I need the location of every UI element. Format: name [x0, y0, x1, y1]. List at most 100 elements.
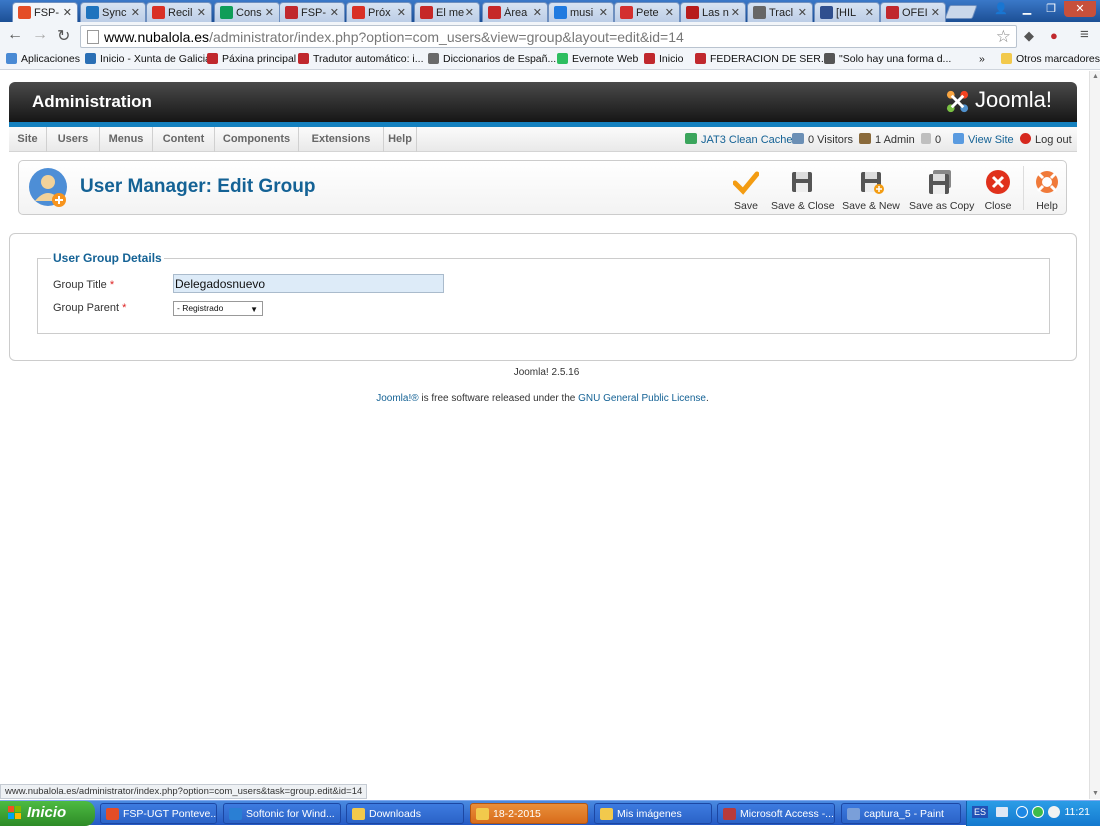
taskbar-button[interactable]: Mis imágenes: [594, 803, 712, 824]
tab-close-icon[interactable]: ✕: [798, 6, 807, 19]
bookmark-item[interactable]: FEDERACION DE SER...: [695, 53, 830, 65]
other-bookmarks[interactable]: Otros marcadores: [1001, 53, 1100, 65]
admins-count: 1 Admin: [859, 133, 915, 146]
tab-close-icon[interactable]: ✕: [533, 6, 542, 19]
browser-tab[interactable]: FSP- ✕: [12, 2, 78, 23]
bookmark-favicon-icon: [644, 53, 655, 64]
extension-icon[interactable]: ◆: [1024, 28, 1034, 44]
view-site-link[interactable]: View Site: [953, 133, 1014, 146]
tab-close-icon[interactable]: ✕: [330, 6, 339, 19]
tab-close-icon[interactable]: ✕: [131, 6, 140, 19]
scroll-down-arrow-icon[interactable]: ▼: [1092, 790, 1099, 797]
tab-close-icon[interactable]: ✕: [731, 6, 740, 19]
vertical-scrollbar[interactable]: ▲ ▼: [1089, 71, 1100, 799]
menu-item-help[interactable]: Help: [384, 127, 417, 152]
network-icon[interactable]: [1048, 806, 1060, 818]
browser-tab[interactable]: Sync ✕: [80, 2, 146, 22]
taskbar-button[interactable]: captura_5 - Paint: [841, 803, 961, 824]
extension-ugt-icon[interactable]: ●: [1050, 28, 1058, 43]
clean-cache-link[interactable]: JAT3 Clean Cache: [685, 133, 793, 146]
license-text: Joomla!® is free software released under…: [376, 393, 709, 404]
browser-tab[interactable]: FSP- ✕: [279, 2, 345, 22]
profile-icon[interactable]: 👤: [993, 1, 1009, 17]
tray-app-icon[interactable]: [1016, 806, 1028, 818]
group-title-input[interactable]: [173, 274, 444, 293]
close-window-button[interactable]: ✕: [1064, 1, 1096, 17]
maximize-button[interactable]: ❐: [1040, 1, 1062, 17]
new-tab-button[interactable]: [944, 5, 978, 19]
help-button[interactable]: Help: [1033, 169, 1061, 212]
tab-close-icon[interactable]: ✕: [63, 6, 72, 19]
save-close-button[interactable]: Save & Close: [771, 169, 835, 212]
tab-close-icon[interactable]: ✕: [397, 6, 406, 19]
tab-title: Sync: [102, 7, 127, 19]
taskbar-button[interactable]: FSP-UGT Ponteve...: [100, 803, 217, 824]
browser-tab[interactable]: El me ✕: [414, 2, 480, 22]
taskbar-button[interactable]: Downloads: [346, 803, 464, 824]
browser-tab[interactable]: musi ✕: [548, 2, 614, 22]
tab-close-icon[interactable]: ✕: [465, 6, 474, 19]
browser-tab[interactable]: Las n ✕: [680, 2, 746, 22]
bookmarks-more[interactable]: »: [979, 53, 985, 65]
back-arrow-icon[interactable]: ←: [7, 26, 23, 44]
tab-close-icon[interactable]: ✕: [865, 6, 874, 19]
clock[interactable]: 11:21: [1065, 806, 1091, 818]
tab-title: FSP-: [301, 7, 327, 19]
reload-icon[interactable]: ↻: [57, 26, 70, 46]
menu-item-extensions[interactable]: Extensions: [299, 127, 384, 152]
scroll-up-arrow-icon[interactable]: ▲: [1092, 73, 1099, 80]
url-text[interactable]: www.nubalola.es/administrator/index.php?…: [104, 29, 684, 45]
browser-tab[interactable]: Cons ✕: [214, 2, 280, 22]
bookmark-item[interactable]: Páxina principal: [207, 53, 296, 65]
group-parent-select[interactable]: - Registrado ▼: [173, 301, 263, 316]
messages-count[interactable]: 0: [921, 133, 941, 146]
bookmark-item[interactable]: "Solo hay una forma d...: [824, 53, 951, 65]
tab-close-icon[interactable]: ✕: [197, 6, 206, 19]
save-new-button[interactable]: Save & New: [842, 169, 900, 212]
save-as-copy-button[interactable]: Save as Copy: [909, 169, 974, 212]
menu-item-menus[interactable]: Menus: [100, 127, 153, 152]
bookmark-item[interactable]: Aplicaciones: [6, 53, 80, 65]
url-bar[interactable]: www.nubalola.es/administrator/index.php?…: [80, 25, 1017, 48]
browser-tab[interactable]: Recil ✕: [146, 2, 212, 22]
bookmark-star-icon[interactable]: ☆: [996, 27, 1011, 47]
tab-close-icon[interactable]: ✕: [931, 6, 940, 19]
language-indicator[interactable]: ES: [972, 806, 989, 818]
forward-arrow-icon[interactable]: →: [32, 26, 48, 44]
bookmark-item[interactable]: Inicio - Xunta de Galicia: [85, 53, 211, 65]
tab-close-icon[interactable]: ✕: [265, 6, 274, 19]
menu-item-site[interactable]: Site: [9, 127, 47, 152]
bookmark-favicon-icon: [557, 53, 568, 64]
bookmark-item[interactable]: Diccionarios de Españ...: [428, 53, 556, 65]
bookmark-item[interactable]: Inicio: [644, 53, 684, 65]
close-button[interactable]: Close: [983, 169, 1013, 212]
menu-item-content[interactable]: Content: [153, 127, 215, 152]
browser-tab[interactable]: Pete ✕: [614, 2, 680, 22]
start-button[interactable]: Inicio: [0, 801, 95, 826]
browser-tab[interactable]: Próx ✕: [346, 2, 412, 22]
tab-title: [HIL: [836, 7, 857, 19]
minimize-button[interactable]: ▁: [1016, 1, 1038, 17]
browser-tab[interactable]: Tracl ✕: [747, 2, 813, 22]
bookmark-item[interactable]: Tradutor automático: i...: [298, 53, 424, 65]
browser-tab[interactable]: [HIL ✕: [814, 2, 880, 22]
tab-close-icon[interactable]: ✕: [599, 6, 608, 19]
acrobat-icon: [686, 6, 699, 19]
logout-link[interactable]: Log out: [1020, 133, 1072, 146]
whatsapp-icon[interactable]: [1032, 806, 1044, 818]
save-button[interactable]: Save: [731, 169, 761, 212]
joomla-link[interactable]: Joomla!®: [376, 393, 418, 404]
menu-icon[interactable]: ≡: [1080, 26, 1089, 43]
gpl-link[interactable]: GNU General Public License: [578, 393, 706, 404]
taskbar-button[interactable]: 18-2-2015: [470, 803, 588, 824]
taskbar-button[interactable]: Softonic for Wind...: [223, 803, 341, 824]
tab-title: Recil: [168, 7, 193, 19]
menu-item-components[interactable]: Components: [215, 127, 299, 152]
browser-tab[interactable]: OFEI ✕: [880, 2, 946, 22]
browser-tab[interactable]: Área ✕: [482, 2, 548, 22]
menu-item-users[interactable]: Users: [47, 127, 100, 152]
keyboard-icon[interactable]: [996, 807, 1008, 817]
tab-close-icon[interactable]: ✕: [665, 6, 674, 19]
bookmark-item[interactable]: Evernote Web: [557, 53, 638, 65]
taskbar-button[interactable]: Microsoft Access -...: [717, 803, 835, 824]
